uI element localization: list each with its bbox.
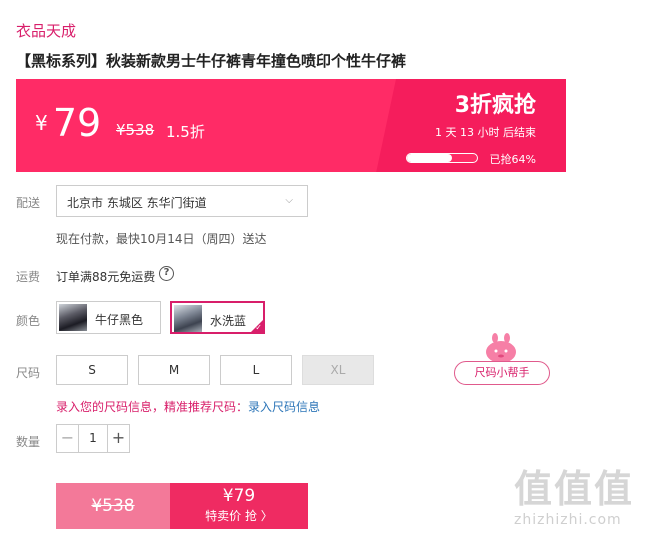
sold-progress-fill bbox=[407, 154, 452, 162]
color-option-label: 牛仔黑色 bbox=[95, 313, 144, 327]
site-watermark: 值值值 zhizhizhi.com bbox=[510, 452, 664, 542]
quantity-plus-button[interactable]: + bbox=[107, 425, 129, 452]
size-tip-text: 录入您的尺码信息，精准推荐尺码： bbox=[56, 400, 249, 414]
color-option-label: 水洗蓝 bbox=[210, 314, 247, 328]
size-option-l[interactable]: L bbox=[220, 355, 292, 385]
shipping-info: 订单满88元免运费 bbox=[56, 270, 156, 284]
color-label: 颜色 bbox=[16, 314, 41, 328]
chevron-down-icon: ⌵ bbox=[285, 195, 293, 206]
color-thumbnail bbox=[174, 305, 202, 332]
size-option-xl: XL bbox=[302, 355, 374, 385]
color-option-black[interactable]: 牛仔黑色 bbox=[56, 301, 161, 334]
size-option-m[interactable]: M bbox=[138, 355, 210, 385]
watermark-logo: 值值值 bbox=[514, 467, 635, 511]
shipping-label: 运费 bbox=[16, 270, 41, 284]
color-thumbnail bbox=[59, 304, 87, 331]
size-entry-link[interactable]: 录入尺码信息 bbox=[248, 400, 320, 414]
mascot-icon bbox=[486, 333, 516, 363]
store-name[interactable]: 衣品天成 bbox=[16, 20, 76, 41]
size-helper[interactable]: 尺码小帮手 bbox=[452, 333, 552, 388]
color-option-wash-blue[interactable]: 水洗蓝 ✓ bbox=[170, 301, 265, 334]
promo-title: 3折疯抢 bbox=[454, 93, 536, 118]
address-value: 北京市 东城区 东华门街道 bbox=[67, 196, 207, 210]
sold-progress-bar bbox=[406, 153, 478, 163]
currency-symbol: ¥ bbox=[35, 111, 48, 135]
quantity-stepper: − 1 + bbox=[56, 424, 130, 453]
size-helper-button[interactable]: 尺码小帮手 bbox=[454, 361, 550, 385]
buy-cta-label: 特卖价 抢 〉 bbox=[205, 509, 273, 523]
original-price-button[interactable]: ¥538 bbox=[56, 483, 170, 529]
quantity-input[interactable]: 1 bbox=[79, 425, 107, 452]
size-tip: 录入您的尺码信息，精准推荐尺码：录入尺码信息 bbox=[56, 398, 320, 415]
address-select[interactable]: 北京市 东城区 东华门街道 ⌵ bbox=[56, 185, 308, 217]
discount-rate: 1.5折 bbox=[166, 123, 205, 141]
sale-price: ¥ 79 bbox=[35, 101, 101, 145]
countdown-timer: 1 天 13 小时 后结束 bbox=[435, 126, 536, 139]
product-title: 【黑标系列】秋装新款男士牛仔裤青年撞色喷印个性牛仔裤 bbox=[16, 52, 407, 70]
delivery-estimate: 现在付款，最快10月14日（周四）送达 bbox=[56, 232, 267, 246]
help-icon[interactable]: ? bbox=[159, 266, 174, 281]
size-option-s[interactable]: S bbox=[56, 355, 128, 385]
sale-price-value: 79 bbox=[52, 101, 102, 145]
promo-banner: ¥ 79 ¥538 1.5折 3折疯抢 1 天 13 小时 后结束 已抢64% bbox=[16, 79, 566, 172]
original-price: ¥538 bbox=[116, 121, 155, 139]
watermark-domain: zhizhizhi.com bbox=[514, 512, 622, 528]
delivery-label: 配送 bbox=[16, 196, 41, 210]
sold-percent: 已抢64% bbox=[489, 153, 536, 166]
quantity-label: 数量 bbox=[16, 435, 41, 449]
buy-price: ¥79 bbox=[222, 486, 256, 506]
size-label: 尺码 bbox=[16, 366, 41, 380]
check-icon: ✓ bbox=[255, 323, 262, 332]
quantity-minus-button[interactable]: − bbox=[57, 425, 79, 452]
buy-now-button[interactable]: ¥79 特卖价 抢 〉 bbox=[170, 483, 308, 529]
